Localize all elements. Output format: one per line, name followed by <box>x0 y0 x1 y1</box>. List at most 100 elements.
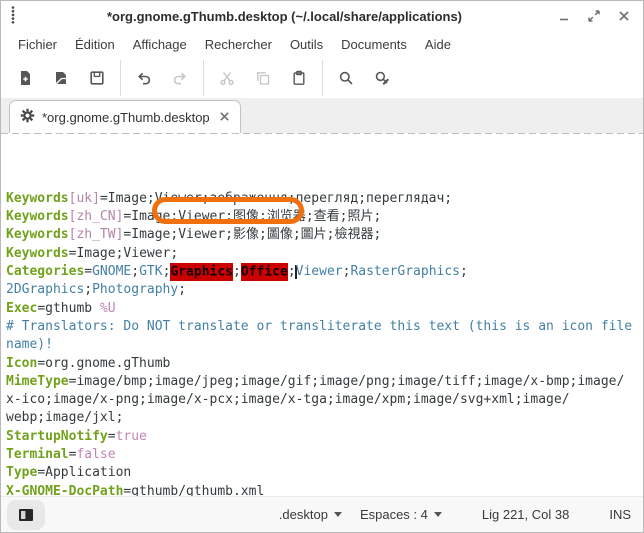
search-and-replace-button[interactable] <box>364 61 400 95</box>
redo-button[interactable] <box>162 61 198 95</box>
code-segment: Keywords <box>6 191 69 206</box>
code-segment: x-ico;image/x-png;image/x-pcx;image/x-tg… <box>6 392 570 407</box>
restore-button[interactable] <box>583 5 605 27</box>
code-segment: [zh_TW] <box>69 227 124 242</box>
cut-button[interactable] <box>209 61 245 95</box>
code-segment: Graphics <box>170 263 233 281</box>
code-line: Keywords[zh_TW]=Image;Viewer;影像;圖像;圖片;檢視… <box>6 226 643 244</box>
code-segment: ; <box>233 264 241 279</box>
code-line: Keywords[uk]=Image;Viewer;зображення;пер… <box>6 190 643 208</box>
code-segment: Office <box>241 263 288 281</box>
menu-edition[interactable]: Édition <box>66 34 124 55</box>
code-segment: Categories <box>6 264 84 279</box>
code-segment: =Image;Viewer;影像;圖像;圖片;檢視器; <box>123 227 381 242</box>
code-line: Exec=gthumb %U <box>6 300 643 318</box>
code-segment: Photography <box>92 282 178 297</box>
code-segment: Terminal <box>6 447 69 462</box>
editor-lines: Keywords[uk]=Image;Viewer;зображення;пер… <box>6 190 643 496</box>
menu-documents[interactable]: Documents <box>332 34 416 55</box>
code-segment: [uk] <box>69 191 100 206</box>
code-segment: =Image;Viewer; <box>69 246 179 261</box>
code-segment: =gthumb/gthumb.xml <box>123 484 264 496</box>
menu-outils[interactable]: Outils <box>281 34 332 55</box>
menubar: Fichier Édition Affichage Rechercher Out… <box>1 31 643 57</box>
code-line: x-ico;image/x-png;image/x-pcx;image/x-tg… <box>6 391 643 409</box>
code-segment: # Translators: Do NOT translate or trans… <box>6 319 632 334</box>
chevron-down-icon <box>434 512 442 517</box>
close-button[interactable] <box>613 5 635 27</box>
code-segment: ; <box>84 282 92 297</box>
paste-button[interactable] <box>281 61 317 95</box>
side-panel-toggle-button[interactable] <box>7 500 45 530</box>
editor-text-area[interactable]: Keywords[uk]=Image;Viewer;зображення;пер… <box>1 133 643 496</box>
code-line: webp;image/jxl; <box>6 409 643 427</box>
menu-affichage[interactable]: Affichage <box>124 34 196 55</box>
indentation-value: Espaces : 4 <box>360 507 428 522</box>
undo-button[interactable] <box>126 61 162 95</box>
save-button[interactable] <box>79 61 115 95</box>
code-line: 2DGraphics;Photography; <box>6 281 643 299</box>
filetype-dropdown[interactable]: .desktop <box>279 507 342 522</box>
window-controls <box>553 5 635 27</box>
code-segment: =gthumb <box>37 301 100 316</box>
code-segment: = <box>108 429 116 444</box>
tab-org-gnome-gthumb-desktop[interactable]: *org.gnome.gThumb.desktop <box>9 100 241 133</box>
code-segment: =image/bmp;image/jpeg;image/gif;image/pn… <box>69 374 625 389</box>
input-mode-indicator: INS <box>609 507 631 522</box>
code-line: # Translators: Do NOT translate or trans… <box>6 318 643 336</box>
code-segment: RasterGraphics <box>350 264 460 279</box>
search-button[interactable] <box>328 61 364 95</box>
toolbar-separator <box>203 60 204 96</box>
code-line: Type=Application <box>6 464 643 482</box>
tab-title: *org.gnome.gThumb.desktop <box>42 110 212 125</box>
code-line: Keywords=Image;Viewer; <box>6 245 643 263</box>
code-line: Terminal=false <box>6 446 643 464</box>
chevron-down-icon <box>334 512 342 517</box>
code-segment: = <box>84 264 92 279</box>
code-segment: StartupNotify <box>6 429 108 444</box>
menu-rechercher[interactable]: Rechercher <box>196 34 281 55</box>
minimize-button[interactable] <box>553 5 575 27</box>
code-segment: Icon <box>6 356 37 371</box>
code-segment: ; <box>178 282 186 297</box>
code-segment: =Image;Viewer;зображення;перегляд;перегл… <box>100 191 452 206</box>
new-document-button[interactable] <box>7 61 43 95</box>
filetype-value: .desktop <box>279 507 328 522</box>
code-segment: webp;image/jxl; <box>6 410 123 425</box>
open-document-button[interactable] <box>43 61 79 95</box>
code-line: MimeType=image/bmp;image/jpeg;image/gif;… <box>6 373 643 391</box>
code-segment: Viewer <box>296 264 343 279</box>
code-segment: Type <box>6 465 37 480</box>
code-segment: 2DGraphics <box>6 282 84 297</box>
gear-icon <box>20 108 35 126</box>
code-segment: %U <box>100 301 116 316</box>
dashed-separator <box>1 133 643 134</box>
code-segment: [zh_CN] <box>69 209 124 224</box>
code-line: name)! <box>6 336 643 354</box>
menu-fichier[interactable]: Fichier <box>9 34 66 55</box>
code-segment: true <box>116 429 147 444</box>
code-segment: =Application <box>37 465 131 480</box>
code-segment: ; <box>131 264 139 279</box>
toolbar <box>1 57 643 98</box>
code-segment: =Image;Viewer;图像;浏览器;查看;照片; <box>123 209 381 224</box>
code-segment: Exec <box>6 301 37 316</box>
indentation-dropdown[interactable]: Espaces : 4 <box>360 507 442 522</box>
tab-bar: *org.gnome.gThumb.desktop <box>1 98 643 133</box>
code-segment: Keywords <box>6 209 69 224</box>
menu-aide[interactable]: Aide <box>416 34 460 55</box>
window-title: *org.gnome.gThumb.desktop (~/.local/shar… <box>16 9 553 24</box>
toolbar-separator <box>120 60 121 96</box>
code-segment: X-GNOME-DocPath <box>6 484 123 496</box>
code-line: StartupNotify=true <box>6 428 643 446</box>
text-editor-window: *org.gnome.gThumb.desktop (~/.local/shar… <box>0 0 644 533</box>
code-line: X-GNOME-DocPath=gthumb/gthumb.xml <box>6 483 643 496</box>
toolbar-separator <box>322 60 323 96</box>
code-segment: GTK <box>139 264 162 279</box>
statusbar: .desktop Espaces : 4 Lig 221, Col 38 INS <box>1 496 643 532</box>
code-line: Icon=org.gnome.gThumb <box>6 355 643 373</box>
cursor-position[interactable]: Lig 221, Col 38 <box>482 507 569 522</box>
code-line: Categories=GNOME;GTK;Graphics;Office;Vie… <box>6 263 643 281</box>
tab-close-icon[interactable] <box>219 110 230 125</box>
copy-button[interactable] <box>245 61 281 95</box>
